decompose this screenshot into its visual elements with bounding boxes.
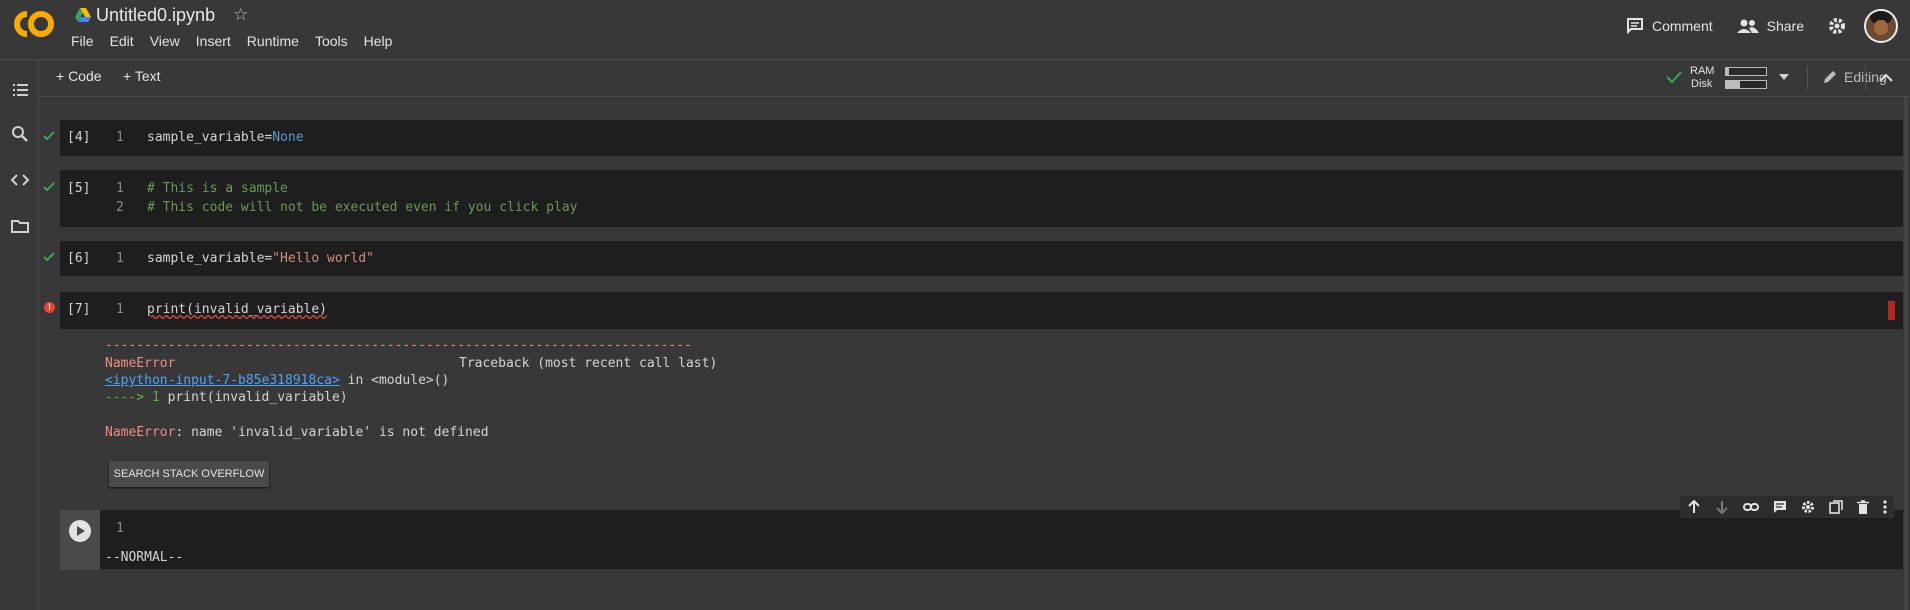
comment-label: Comment (1651, 18, 1713, 34)
code-cell-active[interactable] (60, 510, 1903, 569)
error-name: NameError (105, 356, 176, 371)
menu-edit[interactable]: Edit (110, 33, 134, 49)
search-icon[interactable] (10, 124, 30, 144)
arrow-prefix: ----> 1 (105, 390, 168, 405)
execution-count: [4] (67, 130, 91, 145)
vim-mode-indicator: --NORMAL-- (105, 550, 184, 565)
code-cell[interactable] (60, 292, 1903, 329)
collapse-header-icon[interactable] (1879, 72, 1893, 82)
disk-label: Disk (1691, 78, 1713, 90)
resources-dropdown-icon[interactable] (1779, 74, 1789, 80)
cell-toolbar (1680, 496, 1894, 518)
resources-indicator[interactable]: RAM Disk (1666, 63, 1789, 93)
code-comment-line[interactable]: # This is a sample (147, 181, 288, 196)
comment-icon (1626, 18, 1643, 35)
error-message: NameError: name 'invalid_variable' is no… (105, 425, 489, 440)
code-line[interactable]: sample_variable="Hello world" (147, 251, 374, 266)
notebook-title[interactable]: Untitled0.ipynb (96, 5, 215, 26)
code-string: "Hello world" (272, 251, 374, 266)
move-up-icon[interactable] (1687, 500, 1701, 514)
settings-gear-icon[interactable] (1828, 17, 1846, 35)
traceback-arrow-line: ----> 1 print(invalid_variable) (105, 390, 348, 405)
traceback-divider: ----------------------------------------… (105, 338, 692, 353)
left-rail (0, 60, 39, 610)
share-label: Share (1766, 18, 1804, 34)
table-of-contents-icon[interactable] (10, 80, 30, 100)
play-icon (77, 526, 85, 536)
run-success-check-icon (43, 131, 55, 141)
run-success-check-icon (43, 252, 55, 262)
link-icon[interactable] (1743, 502, 1759, 512)
comment-button[interactable]: Comment (1626, 17, 1713, 35)
mirror-cell-icon[interactable] (1829, 500, 1843, 514)
folder-icon[interactable] (10, 216, 30, 236)
traceback-label: Traceback (most recent call last) (459, 356, 718, 371)
menu-view[interactable]: View (150, 33, 180, 49)
share-people-icon (1736, 19, 1759, 33)
line-number: 1 (116, 130, 124, 145)
line-number: 1 (116, 251, 124, 266)
pencil-icon (1824, 71, 1836, 83)
code-cell[interactable] (60, 170, 1903, 227)
menu-runtime[interactable]: Runtime (247, 33, 299, 49)
code-cell[interactable] (60, 120, 1903, 156)
star-icon[interactable]: ☆ (233, 5, 248, 25)
execution-count: [7] (67, 302, 91, 317)
avatar[interactable] (1864, 9, 1898, 43)
editing-mode-button[interactable]: Editing (1822, 69, 1887, 85)
notebook-toolbar: + Code + Text RAM Disk Editing (39, 60, 1910, 97)
drive-icon (75, 8, 91, 22)
code-line[interactable]: print(invalid_variable) (147, 302, 327, 317)
menu-help[interactable]: Help (364, 33, 393, 49)
move-down-icon[interactable] (1715, 500, 1729, 514)
ipython-input-link[interactable]: <ipython-input-7-b85e318918ca> (105, 373, 340, 388)
header: Untitled0.ipynb ☆ File Edit View Insert … (0, 0, 1910, 60)
code-comment-line[interactable]: # This code will not be executed even if… (147, 200, 577, 215)
error-scroll-marker (1888, 301, 1895, 320)
traceback-location: <ipython-input-7-b85e318918ca> in <modul… (105, 373, 449, 388)
disk-bar (1725, 80, 1767, 89)
run-error-icon: ! (44, 302, 55, 313)
settings-gear-icon[interactable] (1801, 500, 1815, 514)
line-number: 1 (116, 181, 124, 196)
run-success-check-icon (43, 182, 55, 192)
ram-label: RAM (1690, 65, 1715, 77)
arrow-code: print(invalid_variable) (167, 390, 348, 405)
colab-logo[interactable] (12, 8, 56, 40)
more-vert-icon[interactable] (1883, 500, 1887, 514)
menu-bar: File Edit View Insert Runtime Tools Help (71, 33, 408, 49)
delete-icon[interactable] (1857, 500, 1869, 514)
line-number: 1 (116, 302, 124, 317)
menu-tools[interactable]: Tools (315, 33, 348, 49)
menu-file[interactable]: File (71, 33, 94, 49)
in-module-text: in <module>() (339, 373, 450, 388)
line-number: 2 (116, 200, 124, 215)
connected-check-icon (1666, 71, 1682, 84)
error-message-name: NameError (105, 425, 176, 440)
add-code-button[interactable]: + Code (56, 68, 102, 84)
run-cell-button[interactable] (60, 510, 100, 570)
add-text-button[interactable]: + Text (123, 68, 161, 84)
ram-bar (1725, 67, 1767, 76)
code-identifier: sample_variable= (147, 251, 273, 266)
search-stack-overflow-button[interactable]: SEARCH STACK OVERFLOW (109, 461, 269, 487)
line-number: 1 (116, 521, 124, 536)
code-keyword: None (272, 130, 304, 145)
share-button[interactable]: Share (1736, 18, 1804, 34)
menu-insert[interactable]: Insert (196, 33, 231, 49)
code-snippets-icon[interactable] (10, 170, 30, 190)
error-message-text: : name 'invalid_variable' is not defined (175, 425, 489, 440)
notebook-scrollbar[interactable] (1904, 97, 1908, 610)
execution-count: [6] (67, 251, 91, 266)
execution-count: [5] (67, 181, 91, 196)
code-line[interactable]: sample_variable=None (147, 130, 304, 145)
code-identifier: sample_variable= (147, 130, 273, 145)
comment-icon[interactable] (1773, 500, 1787, 514)
